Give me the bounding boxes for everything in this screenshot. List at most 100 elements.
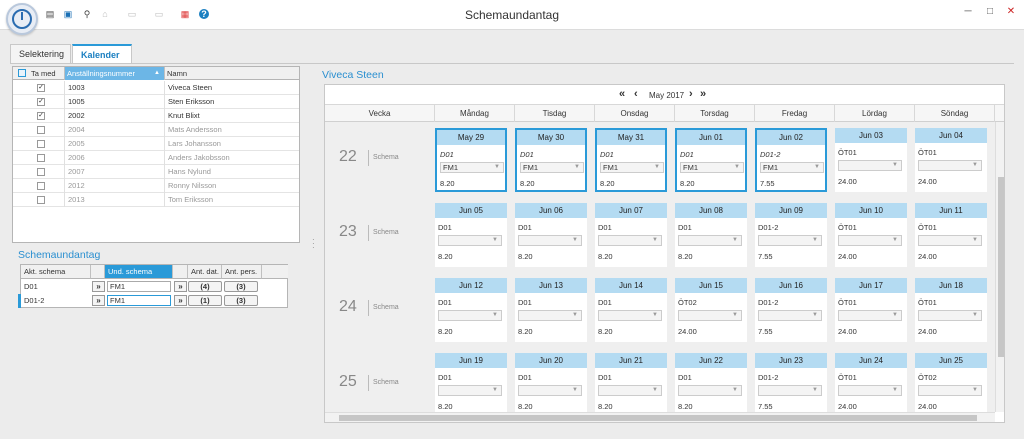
day-date[interactable]: Jun 06 [515, 203, 587, 218]
day-date[interactable]: Jun 10 [835, 203, 907, 218]
table-row[interactable]: 2006 Anders Jakobsson [13, 151, 299, 165]
day-exception-select[interactable]: ▼ [678, 235, 742, 246]
splitter-handle[interactable]: · · · [312, 236, 316, 252]
day-card[interactable]: Jun 24 ÖT01 ▼ 24.00 [835, 353, 907, 417]
exception-schema-select[interactable]: FM1 [107, 295, 171, 306]
apply-arrow-button[interactable]: » [174, 295, 187, 306]
day-exception-select[interactable]: ▼ [598, 385, 662, 396]
day-date[interactable]: Jun 17 [835, 278, 907, 293]
day-date[interactable]: Jun 08 [675, 203, 747, 218]
next-year-icon[interactable]: » [700, 88, 706, 100]
day-card[interactable]: Jun 12 D01 ▼ 8.20 [435, 278, 507, 342]
day-card[interactable]: Jun 04 ÖT01 ▼ 24.00 [915, 128, 987, 192]
day-exception-select[interactable]: FM1 ▼ [600, 162, 664, 173]
apply-arrow-button[interactable]: » [92, 295, 105, 306]
include-checkbox[interactable] [37, 182, 45, 190]
day-exception-select[interactable]: ▼ [518, 235, 582, 246]
include-checkbox[interactable] [37, 126, 45, 134]
day-card[interactable]: Jun 03 ÖT01 ▼ 24.00 [835, 128, 907, 192]
day-card[interactable]: Jun 07 D01 ▼ 8.20 [595, 203, 667, 267]
day-card[interactable]: May 31 D01 FM1 ▼ 8.20 [595, 128, 667, 192]
day-date[interactable]: Jun 07 [595, 203, 667, 218]
day-date[interactable]: Jun 12 [435, 278, 507, 293]
day-date[interactable]: May 29 [437, 130, 505, 145]
day-card[interactable]: Jun 06 D01 ▼ 8.20 [515, 203, 587, 267]
day-exception-select[interactable]: ▼ [918, 310, 982, 321]
prev-month-icon[interactable]: ‹ [634, 88, 638, 100]
column-current-schema[interactable]: Akt. schema [21, 265, 91, 279]
dates-count-button[interactable]: (1) [188, 295, 222, 306]
day-card[interactable]: Jun 10 ÖT01 ▼ 24.00 [835, 203, 907, 267]
day-date[interactable]: Jun 15 [675, 278, 747, 293]
day-date[interactable]: Jun 18 [915, 278, 987, 293]
day-date[interactable]: Jun 11 [915, 203, 987, 218]
column-name[interactable]: Namn [165, 67, 299, 80]
day-date[interactable]: Jun 16 [755, 278, 827, 293]
day-card[interactable]: Jun 22 D01 ▼ 8.20 [675, 353, 747, 417]
table-row[interactable]: ✓ 2002 Knut Blixt [13, 109, 299, 123]
day-date[interactable]: May 30 [517, 130, 585, 145]
include-checkbox[interactable] [37, 168, 45, 176]
day-date[interactable]: Jun 20 [515, 353, 587, 368]
close-button[interactable]: ✕ [1005, 6, 1017, 17]
persons-count-button[interactable]: (3) [224, 295, 258, 306]
day-card[interactable]: Jun 20 D01 ▼ 8.20 [515, 353, 587, 417]
day-exception-select[interactable]: ▼ [438, 235, 502, 246]
day-exception-select[interactable]: ▼ [838, 235, 902, 246]
apply-arrow-button[interactable]: » [174, 281, 187, 292]
column-number[interactable]: Anställningsnummer ▲ [65, 67, 165, 80]
day-card[interactable]: Jun 18 ÖT01 ▼ 24.00 [915, 278, 987, 342]
include-checkbox[interactable] [37, 196, 45, 204]
day-card[interactable]: Jun 21 D01 ▼ 8.20 [595, 353, 667, 417]
horizontal-scroll-thumb[interactable] [339, 415, 977, 421]
day-card[interactable]: Jun 02 D01-2 FM1 ▼ 7.55 [755, 128, 827, 192]
day-exception-select[interactable]: ▼ [678, 385, 742, 396]
persons-count-button[interactable]: (3) [224, 281, 258, 292]
column-dates[interactable]: Ant. dat. [188, 265, 222, 279]
day-card[interactable]: Jun 14 D01 ▼ 8.20 [595, 278, 667, 342]
day-card[interactable]: Jun 05 D01 ▼ 8.20 [435, 203, 507, 267]
day-date[interactable]: Jun 14 [595, 278, 667, 293]
exception-schema-select[interactable]: FM1 [107, 281, 171, 292]
day-card[interactable]: May 30 D01 FM1 ▼ 8.20 [515, 128, 587, 192]
day-exception-select[interactable]: ▼ [438, 385, 502, 396]
apply-arrow-button[interactable]: » [92, 281, 105, 292]
dates-count-button[interactable]: (4) [188, 281, 222, 292]
include-checkbox[interactable]: ✓ [37, 112, 45, 120]
day-card[interactable]: Jun 13 D01 ▼ 8.20 [515, 278, 587, 342]
day-card[interactable]: May 29 D01 FM1 ▼ 8.20 [435, 128, 507, 192]
day-date[interactable]: May 31 [597, 130, 665, 145]
day-exception-select[interactable]: ▼ [758, 310, 822, 321]
day-exception-select[interactable]: ▼ [758, 385, 822, 396]
day-exception-select[interactable]: FM1 ▼ [680, 162, 744, 173]
table-row[interactable]: 2007 Hans Nylund [13, 165, 299, 179]
next-month-icon[interactable]: › [689, 88, 693, 100]
day-date[interactable]: Jun 01 [677, 130, 745, 145]
tab-kalender[interactable]: Kalender [72, 44, 132, 64]
day-exception-select[interactable]: FM1 ▼ [520, 162, 584, 173]
include-checkbox[interactable] [37, 154, 45, 162]
table-row[interactable]: 2004 Mats Andersson [13, 123, 299, 137]
day-date[interactable]: Jun 24 [835, 353, 907, 368]
day-exception-select[interactable]: ▼ [598, 310, 662, 321]
day-card[interactable]: Jun 19 D01 ▼ 8.20 [435, 353, 507, 417]
day-date[interactable]: Jun 05 [435, 203, 507, 218]
day-card[interactable]: Jun 16 D01-2 ▼ 7.55 [755, 278, 827, 342]
minimize-button[interactable]: ─ [962, 6, 974, 17]
day-card[interactable]: Jun 11 ÖT01 ▼ 24.00 [915, 203, 987, 267]
day-card[interactable]: Jun 23 D01-2 ▼ 7.55 [755, 353, 827, 417]
horizontal-scrollbar[interactable] [325, 412, 995, 422]
vertical-scrollbar[interactable] [995, 122, 1004, 412]
day-card[interactable]: Jun 15 ÖT02 ▼ 24.00 [675, 278, 747, 342]
day-exception-select[interactable]: ▼ [598, 235, 662, 246]
table-row[interactable]: 2012 Ronny Nilsson [13, 179, 299, 193]
day-date[interactable]: Jun 25 [915, 353, 987, 368]
day-card[interactable]: Jun 17 ÖT01 ▼ 24.00 [835, 278, 907, 342]
day-exception-select[interactable]: ▼ [758, 235, 822, 246]
day-date[interactable]: Jun 19 [435, 353, 507, 368]
include-checkbox[interactable]: ✓ [37, 98, 45, 106]
day-date[interactable]: Jun 04 [915, 128, 987, 143]
day-date[interactable]: Jun 03 [835, 128, 907, 143]
day-date[interactable]: Jun 09 [755, 203, 827, 218]
include-checkbox[interactable] [37, 140, 45, 148]
